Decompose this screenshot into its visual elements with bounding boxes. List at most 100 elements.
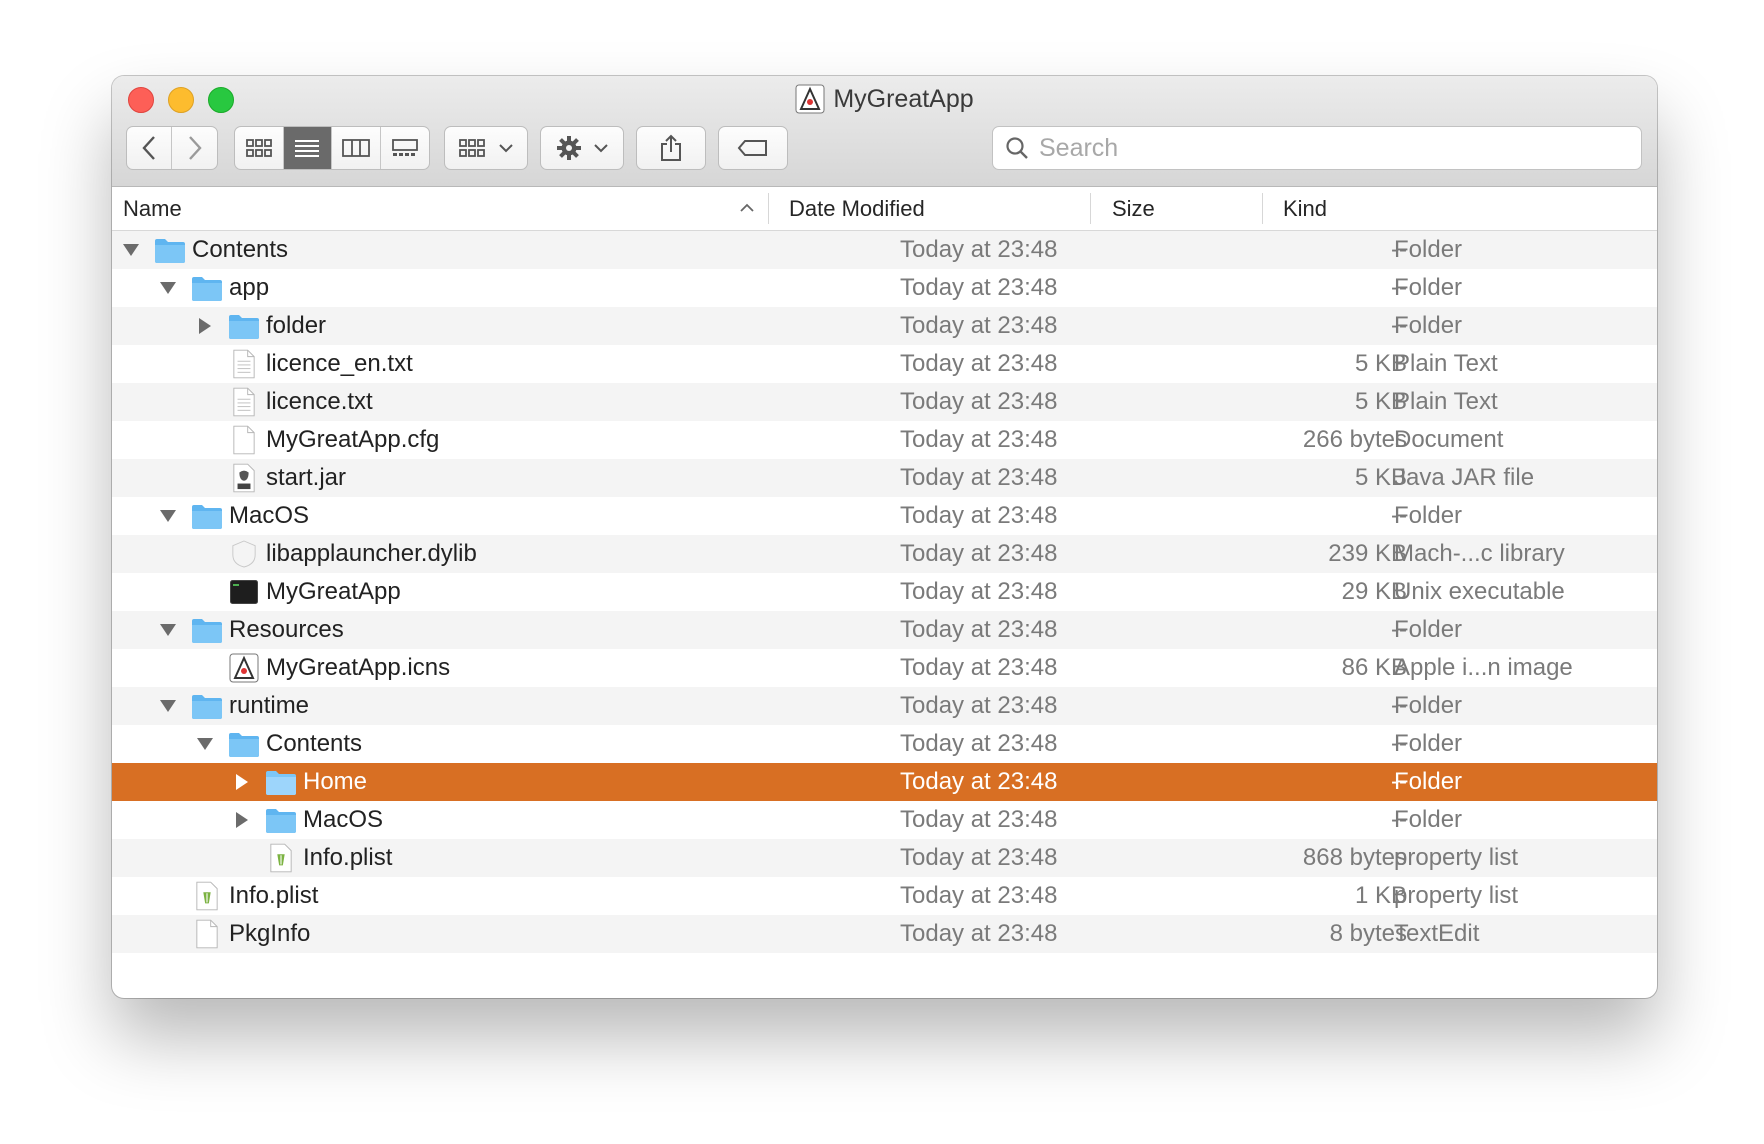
disclosure-triangle-expanded-icon[interactable] xyxy=(122,241,140,259)
date-modified-cell: Today at 23:48 xyxy=(900,502,1058,529)
table-row[interactable]: MacOS Today at 23:48 -- Folder xyxy=(112,801,1657,839)
disclosure-triangle-expanded-icon[interactable] xyxy=(159,621,177,639)
file-name-cell[interactable]: PkgInfo xyxy=(159,915,310,953)
folder-icon xyxy=(265,766,297,798)
disclosure-triangle-collapsed-icon[interactable] xyxy=(233,811,251,829)
table-row[interactable]: Home Today at 23:48 -- Folder xyxy=(112,763,1657,801)
file-name: app xyxy=(229,274,270,301)
file-name: libapplauncher.dylib xyxy=(266,540,477,567)
file-name-cell[interactable]: app xyxy=(159,269,269,307)
file-name-cell[interactable]: MacOS xyxy=(233,801,383,839)
gear-icon xyxy=(557,136,581,160)
file-name-cell[interactable]: licence.txt xyxy=(196,383,373,421)
column-header-kind[interactable]: Kind xyxy=(1283,187,1327,230)
file-name-cell[interactable]: Info.plist xyxy=(233,839,392,877)
disclosure-triangle-expanded-icon[interactable] xyxy=(196,735,214,753)
table-row[interactable]: start.jar Today at 23:48 5 KB Java JAR file xyxy=(112,459,1657,497)
file-name-cell[interactable]: MyGreatApp.cfg xyxy=(196,421,439,459)
file-name-cell[interactable]: Home xyxy=(233,763,367,801)
disclosure-triangle-expanded-icon[interactable] xyxy=(159,697,177,715)
list-view-button[interactable] xyxy=(283,127,332,169)
share-button[interactable] xyxy=(636,126,706,170)
disclosure-triangle-collapsed-icon[interactable] xyxy=(196,317,214,335)
table-row[interactable]: libapplauncher.dylib Today at 23:48 239 KB… xyxy=(112,535,1657,573)
tag-icon xyxy=(737,140,767,156)
date-modified-cell: Today at 23:48 xyxy=(900,426,1058,453)
file-name-cell[interactable]: MyGreatApp xyxy=(196,573,401,611)
file-name-cell[interactable]: libapplauncher.dylib xyxy=(196,535,477,573)
table-row[interactable]: folder Today at 23:48 -- Folder xyxy=(112,307,1657,345)
disclosure-triangle-expanded-icon[interactable] xyxy=(159,279,177,297)
table-row[interactable]: MacOS Today at 23:48 -- Folder xyxy=(112,497,1657,535)
date-modified-cell: Today at 23:48 xyxy=(900,236,1058,263)
file-name: folder xyxy=(266,312,327,339)
table-row[interactable]: MyGreatApp.icns Today at 23:48 86 KB Apple … xyxy=(112,649,1657,687)
back-button[interactable] xyxy=(127,127,173,169)
plist-file-icon xyxy=(191,880,223,912)
forward-button[interactable] xyxy=(172,127,217,169)
kind-cell: Apple i...n image xyxy=(1394,654,1573,681)
kind-cell: Folder xyxy=(1394,616,1463,643)
table-row[interactable]: MyGreatApp Today at 23:48 29 KB Unix execut… xyxy=(112,573,1657,611)
table-row[interactable]: licence.txt Today at 23:48 5 KB Plain Text xyxy=(112,383,1657,421)
file-name-cell[interactable]: Resources xyxy=(159,611,344,649)
folder-icon xyxy=(228,728,260,760)
table-row[interactable]: app Today at 23:48 -- Folder xyxy=(112,269,1657,307)
column-header-date-modified[interactable]: Date Modified xyxy=(789,187,925,230)
file-name-cell[interactable]: start.jar xyxy=(196,459,346,497)
file-name-cell[interactable]: Contents xyxy=(196,725,362,763)
file-name: start.jar xyxy=(266,464,347,491)
kind-cell: TextEdit xyxy=(1394,920,1480,947)
table-row[interactable]: runtime Today at 23:48 -- Folder xyxy=(112,687,1657,725)
column-header-name[interactable]: Name xyxy=(123,187,182,230)
library-file-icon xyxy=(228,538,260,570)
file-name: runtime xyxy=(229,692,310,719)
disclosure-triangle-collapsed-icon[interactable] xyxy=(233,773,251,791)
table-row[interactable]: Contents Today at 23:48 -- Folder xyxy=(112,231,1657,269)
date-modified-cell: Today at 23:48 xyxy=(900,464,1058,491)
action-menu-button[interactable] xyxy=(540,126,624,170)
file-name-cell[interactable]: runtime xyxy=(159,687,309,725)
file-name-cell[interactable]: folder xyxy=(196,307,326,345)
table-row[interactable]: Info.plist Today at 23:48 868 bytes propert… xyxy=(112,839,1657,877)
folder-icon xyxy=(191,272,223,304)
icon-view-button[interactable] xyxy=(235,127,284,169)
search-field[interactable] xyxy=(992,126,1642,170)
table-row[interactable]: PkgInfo Today at 23:48 8 bytes TextEdit xyxy=(112,915,1657,953)
file-name: Resources xyxy=(229,616,344,643)
table-row[interactable]: MyGreatApp.cfg Today at 23:48 266 bytes Doc… xyxy=(112,421,1657,459)
file-name: MyGreatApp.icns xyxy=(266,654,451,681)
kind-cell: Folder xyxy=(1394,236,1463,263)
column-view-button[interactable] xyxy=(332,127,381,169)
gallery-view-button[interactable] xyxy=(381,127,430,169)
table-row[interactable]: Resources Today at 23:48 -- Folder xyxy=(112,611,1657,649)
file-name-cell[interactable]: MacOS xyxy=(159,497,309,535)
file-name-cell[interactable]: Contents xyxy=(122,231,288,269)
chevron-right-icon xyxy=(188,136,202,160)
table-row[interactable]: Contents Today at 23:48 -- Folder xyxy=(112,725,1657,763)
file-name: MyGreatApp xyxy=(266,578,401,605)
history-nav xyxy=(126,126,218,170)
file-name-cell[interactable]: MyGreatApp.icns xyxy=(196,649,450,687)
date-modified-cell: Today at 23:48 xyxy=(900,768,1058,795)
gallery-view-icon xyxy=(391,139,418,156)
group-by-button[interactable] xyxy=(444,126,528,170)
column-divider[interactable] xyxy=(1262,193,1263,224)
table-row[interactable]: licence_en.txt Today at 23:48 5 KB Plain Te… xyxy=(112,345,1657,383)
kind-cell: Folder xyxy=(1394,768,1463,795)
search-input[interactable] xyxy=(1037,132,1601,164)
column-header-size[interactable]: Size xyxy=(1112,187,1155,230)
file-name: Contents xyxy=(266,730,363,757)
folder-icon xyxy=(265,804,297,836)
table-row[interactable]: Info.plist Today at 23:48 1 KB property lis… xyxy=(112,877,1657,915)
disclosure-triangle-expanded-icon[interactable] xyxy=(159,507,177,525)
column-divider[interactable] xyxy=(768,193,769,224)
file-name-cell[interactable]: licence_en.txt xyxy=(196,345,413,383)
tags-button[interactable] xyxy=(718,126,788,170)
column-divider[interactable] xyxy=(1090,193,1091,224)
file-name: PkgInfo xyxy=(229,920,311,947)
kind-cell: Folder xyxy=(1394,806,1463,833)
file-name-cell[interactable]: Info.plist xyxy=(159,877,318,915)
